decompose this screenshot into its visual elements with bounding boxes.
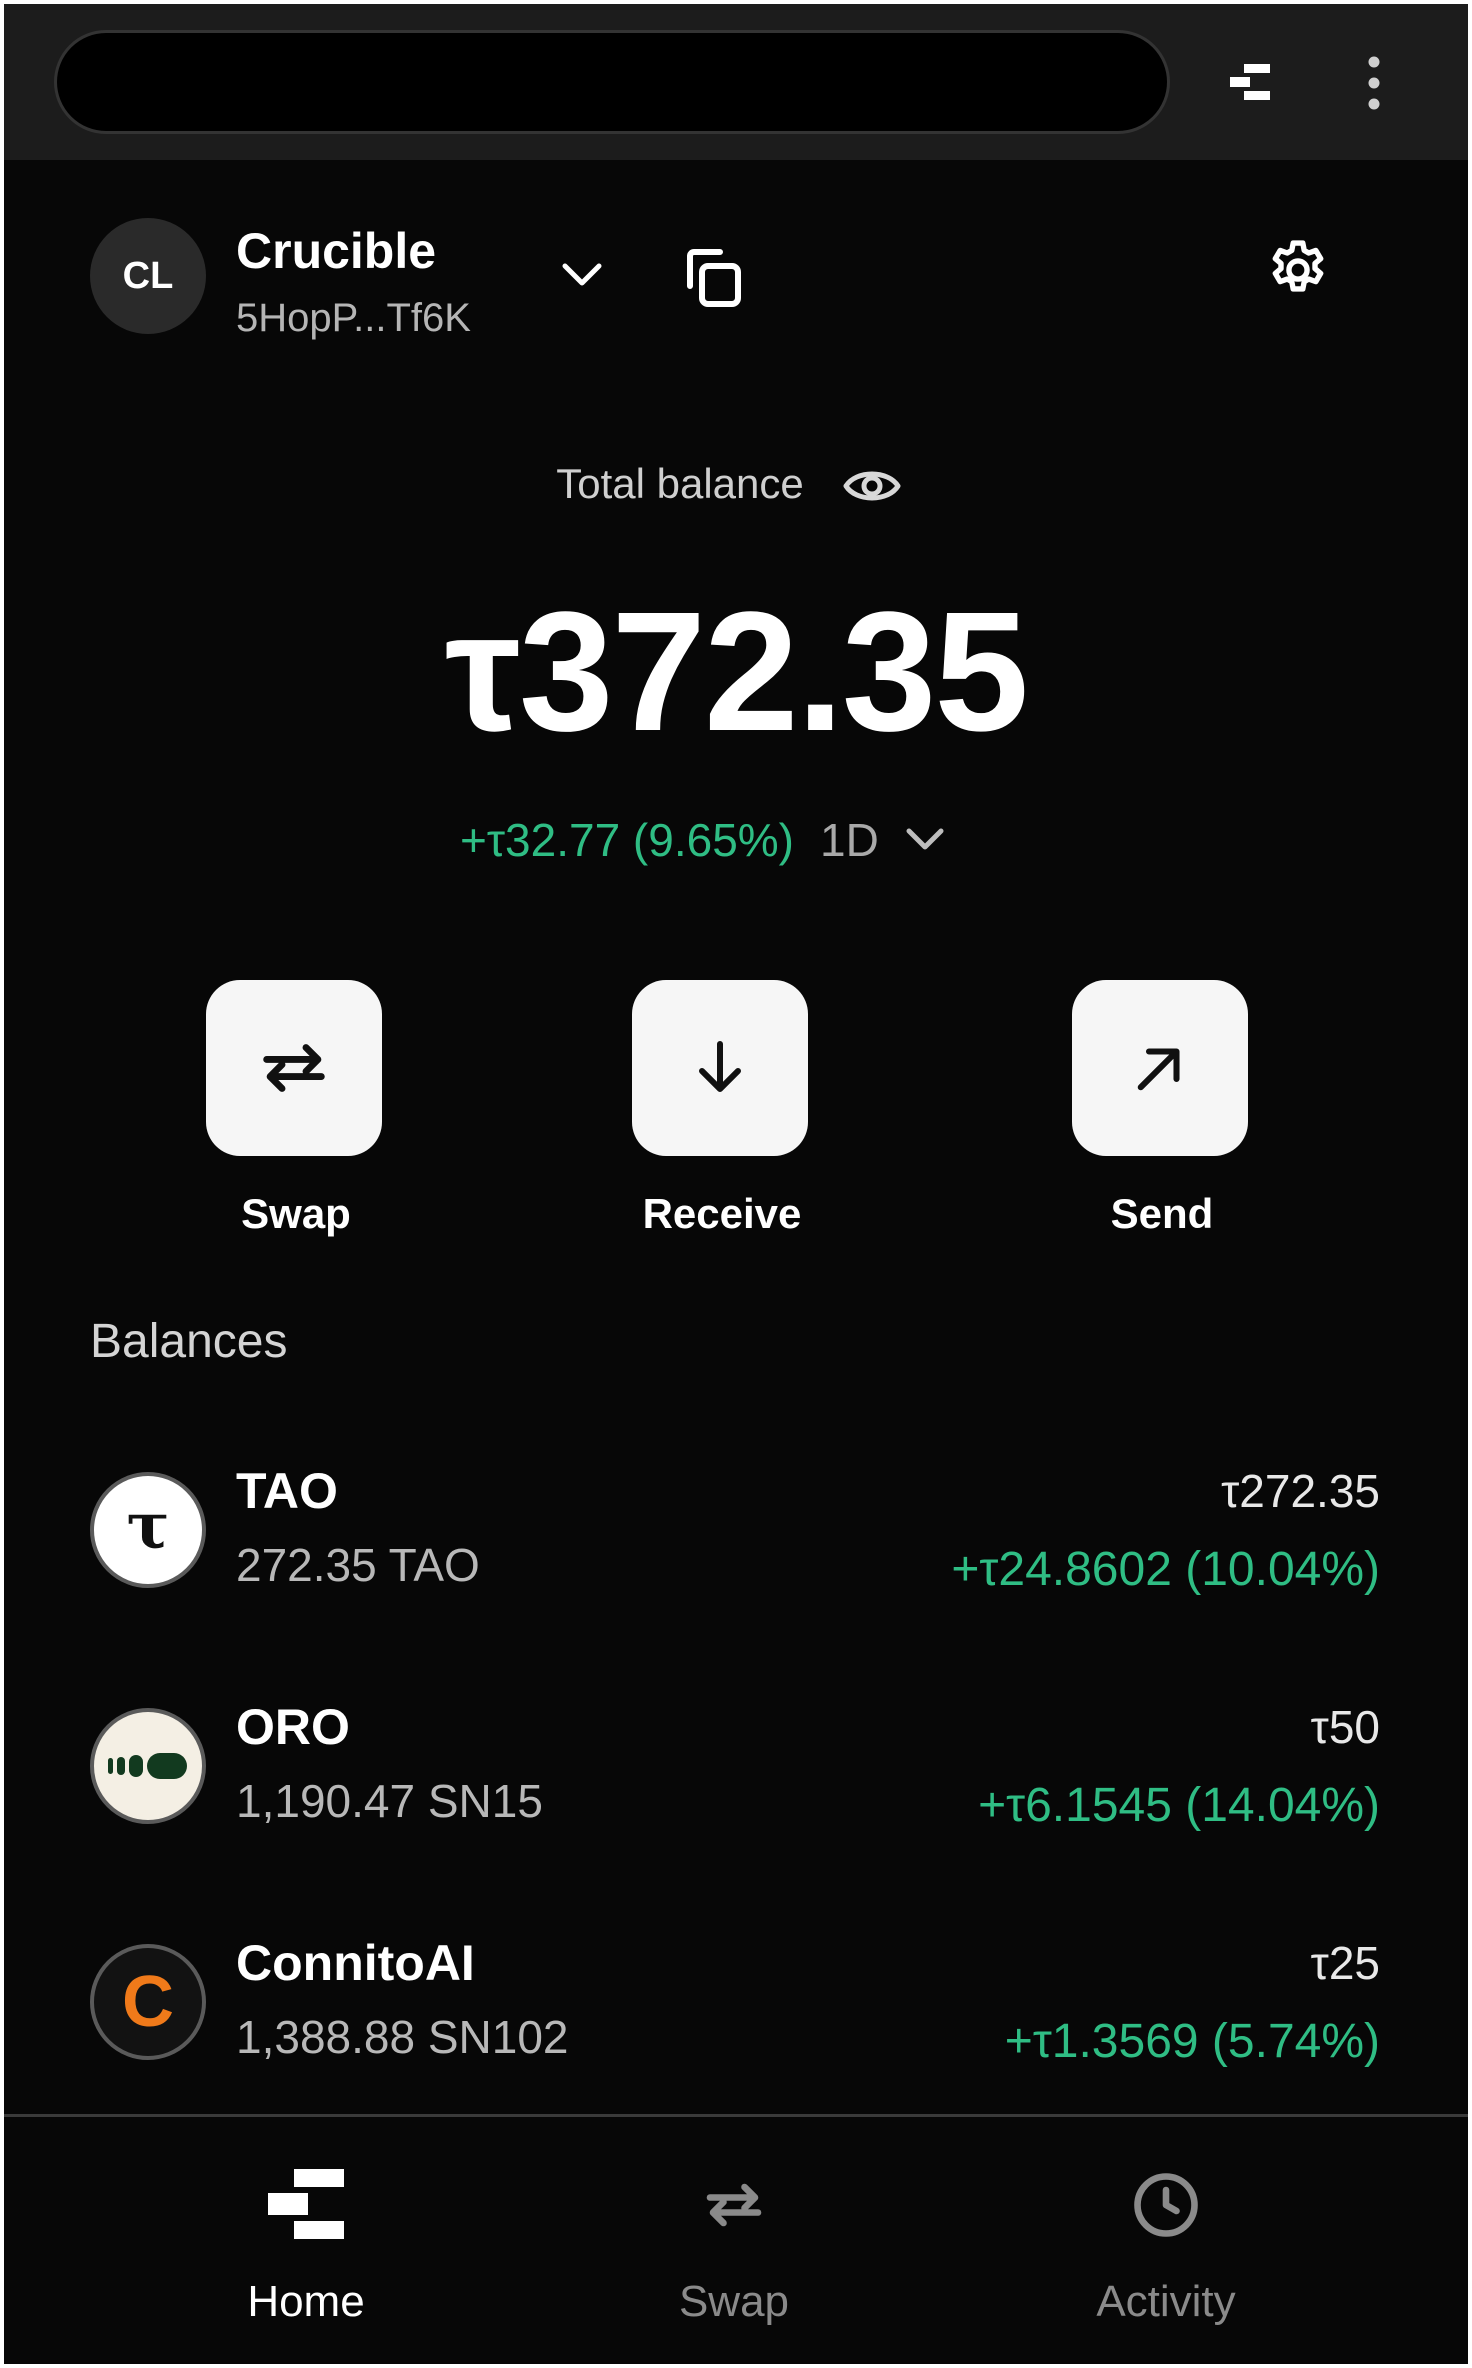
token-amount: 1,388.88 SN102: [236, 2011, 569, 2063]
token-row-connitoai[interactable]: C ConnitoAI 1,388.88 SN102 τ25 +τ1.3569 …: [4, 1928, 1468, 2088]
receive-label: Receive: [642, 1190, 802, 1237]
period-selector[interactable]: 1D: [820, 813, 879, 867]
settings-gear-icon[interactable]: [1264, 234, 1332, 306]
token-name: TAO: [236, 1463, 338, 1519]
send-label: Send: [1110, 1190, 1214, 1237]
arrow-down-icon: [699, 1041, 741, 1092]
toggle-visibility-eye-icon[interactable]: [842, 464, 902, 508]
wallet-popup: CL Crucible 5HopP...Tf6K Total balance τ…: [4, 4, 1468, 2364]
token-name: ORO: [236, 1699, 350, 1755]
nav-swap-label: Swap: [678, 2277, 790, 2326]
receive-action[interactable]: Receive: [632, 980, 812, 1238]
balance-change-value: +τ32.77 (9.65%): [460, 814, 794, 866]
bottom-navigation: Home Swap Activity: [4, 2114, 1468, 2364]
account-avatar[interactable]: CL: [90, 218, 206, 334]
connitoai-token-icon: C: [90, 1944, 206, 2060]
nav-swap[interactable]: Swap: [584, 2117, 884, 2364]
period-chevron-down-icon[interactable]: [905, 827, 945, 853]
oro-token-icon: [90, 1708, 206, 1824]
token-row-oro[interactable]: ORO 1,190.47 SN15 τ50 +τ6.1545 (14.04%): [4, 1692, 1468, 1852]
swap-arrows-icon: [263, 1044, 325, 1092]
token-name: ConnitoAI: [236, 1935, 475, 1991]
balance-change-row: +τ32.77 (9.65%) 1D: [460, 810, 945, 870]
swap-action[interactable]: Swap: [206, 980, 386, 1238]
token-amount: 272.35 TAO: [236, 1539, 480, 1591]
swap-label: Swap: [241, 1190, 351, 1237]
nav-activity-label: Activity: [1096, 2277, 1236, 2326]
extension-logo-icon[interactable]: [1230, 64, 1270, 100]
copy-address-icon[interactable]: [682, 246, 744, 310]
token-amount: 1,190.47 SN15: [236, 1775, 543, 1827]
token-value: τ272.35: [1221, 1465, 1380, 1517]
address-bar[interactable]: [54, 30, 1170, 134]
send-action[interactable]: Send: [1072, 980, 1252, 1238]
token-value: τ25: [1310, 1937, 1380, 1989]
more-options-icon[interactable]: [1364, 56, 1384, 110]
arrow-up-right-icon: [1137, 1048, 1180, 1091]
account-switch-chevron-icon[interactable]: [560, 260, 604, 290]
account-name[interactable]: Crucible: [236, 222, 436, 280]
send-button[interactable]: [1072, 980, 1248, 1156]
top-bar: [4, 4, 1468, 160]
clock-icon: [1134, 2173, 1198, 2237]
swap-nav-icon: [706, 2183, 762, 2227]
token-change: +τ24.8602 (10.04%): [951, 1543, 1380, 1596]
token-row-tao[interactable]: τ TAO 272.35 TAO τ272.35 +τ24.8602 (10.0…: [4, 1456, 1468, 1616]
tao-token-icon: τ: [90, 1472, 206, 1588]
token-value: τ50: [1310, 1701, 1380, 1753]
nav-activity[interactable]: Activity: [1016, 2117, 1316, 2364]
token-change: +τ6.1545 (14.04%): [978, 1779, 1380, 1832]
account-address: 5HopP...Tf6K: [236, 296, 471, 340]
total-balance-value: τ372.35: [445, 577, 1029, 767]
total-balance-label: Total balance: [556, 460, 804, 507]
home-logo-icon: [268, 2169, 344, 2239]
swap-button[interactable]: [206, 980, 382, 1156]
nav-home[interactable]: Home: [156, 2117, 456, 2364]
receive-button[interactable]: [632, 980, 808, 1156]
balances-section-title: Balances: [90, 1315, 288, 1368]
token-change: +τ1.3569 (5.74%): [1004, 2015, 1380, 2068]
nav-home-label: Home: [247, 2277, 365, 2326]
